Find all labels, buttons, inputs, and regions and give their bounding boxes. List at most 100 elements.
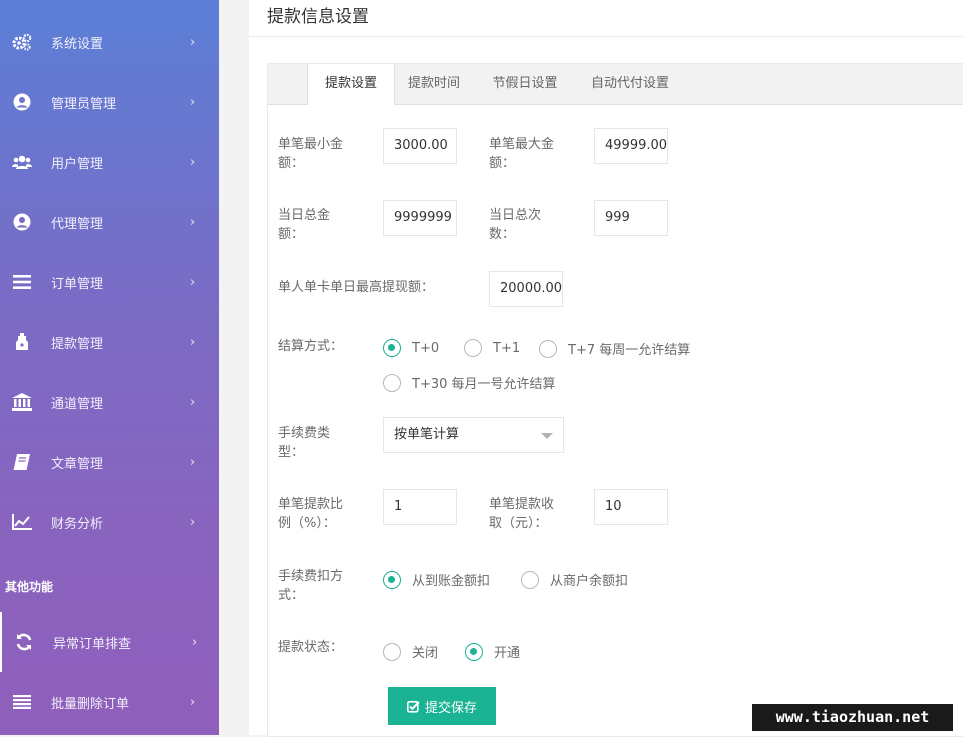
chevron-right-icon: › (190, 694, 196, 710)
chevron-down-icon (541, 433, 553, 439)
radio-circle (383, 373, 401, 392)
fee-ratio-label: 单笔提款比 例（%）： (278, 495, 343, 533)
label-line: 例（%）： (278, 516, 336, 531)
sidebar-item-agent-management[interactable]: 代理管理 › (0, 192, 219, 252)
daily-count-input[interactable]: 999 (594, 200, 668, 236)
bank-icon (12, 392, 32, 412)
radio-circle (464, 339, 482, 357)
refresh-icon (14, 632, 34, 652)
label-line: 额： (278, 227, 305, 242)
hand-icon (12, 332, 32, 352)
min-amount-input[interactable]: 3000.00 (383, 128, 457, 164)
chevron-right-icon: › (190, 154, 196, 170)
label-line: 式： (278, 588, 305, 603)
daily-total-label: 当日总金 额： (278, 206, 330, 244)
sidebar-item-label: 财务分析 (51, 516, 104, 532)
radio-circle (465, 642, 483, 661)
tab-withdraw-settings[interactable]: 提款设置 (307, 64, 395, 105)
sidebar-item-withdraw-management[interactable]: 提款管理 › (0, 312, 219, 372)
deduct-from-label: 手续费扣方 式： (278, 567, 343, 605)
sidebar-item-abnormal-orders[interactable]: 异常订单排查 › (0, 612, 221, 672)
sidebar-item-channel-management[interactable]: 通道管理 › (0, 372, 219, 432)
sidebar-section-title: 其他功能 (5, 580, 54, 594)
radio-label: 开通 (494, 646, 521, 661)
sidebar-item-label: 订单管理 (51, 276, 104, 292)
settlement-t1-radio[interactable]: T+1 (464, 339, 520, 357)
settlement-t30-radio[interactable]: T+30 每月一号允许结算 (383, 373, 556, 392)
radio-label: T+0 (412, 340, 440, 356)
tab-withdraw-time[interactable]: 提款时间 (393, 64, 475, 104)
user-circle-icon (12, 92, 32, 112)
sidebar-item-label: 系统设置 (51, 36, 104, 52)
sidebar-item-label: 提款管理 (51, 336, 104, 352)
sidebar-item-label: 批量删除订单 (51, 696, 130, 712)
deduct-from-balance-radio[interactable]: 从商户余额扣 (521, 570, 628, 589)
label-line: 当日总金 (278, 208, 331, 223)
radio-circle (383, 570, 401, 589)
chevron-right-icon: › (190, 394, 196, 410)
sidebar-item-label: 代理管理 (51, 216, 104, 232)
label-line: 单笔提款收 (489, 497, 555, 512)
single-card-max-label: 单人单卡单日最高提现额： (278, 280, 435, 295)
deduct-from-arrival-radio[interactable]: 从到账金额扣 (383, 570, 490, 589)
label-line: 单笔提款比 (278, 497, 344, 512)
sidebar-item-label: 文章管理 (51, 456, 104, 472)
chevron-right-icon: › (190, 94, 196, 110)
sidebar-item-article-management[interactable]: 文章管理 › (0, 432, 219, 492)
sidebar-item-label: 管理员管理 (51, 96, 117, 112)
book-icon (12, 452, 32, 472)
radio-label: T+1 (493, 340, 521, 356)
fee-type-label: 手续费类 型： (278, 424, 330, 462)
status-open-radio[interactable]: 开通 (465, 642, 520, 661)
label-line: 额： (489, 156, 516, 171)
sidebar-item-admin-management[interactable]: 管理员管理 › (0, 72, 219, 132)
radio-circle (383, 642, 401, 661)
settlement-t7-radio[interactable]: T+7 每周一允许结算 (539, 339, 690, 358)
radio-label: 关闭 (412, 646, 439, 661)
radio-label: T+7 每周一允许结算 (568, 343, 691, 358)
chevron-right-icon: › (190, 274, 196, 290)
min-amount-label: 单笔最小金 额： (278, 135, 343, 173)
chevron-right-icon: › (190, 334, 196, 350)
status-closed-radio[interactable]: 关闭 (383, 642, 438, 661)
sidebar-item-batch-delete-orders[interactable]: 批量删除订单 › (0, 672, 219, 732)
label-line: 取（元）： (489, 516, 548, 531)
chevron-right-icon: › (190, 454, 196, 470)
watermark: www.tiaozhuan.net (752, 704, 953, 731)
submit-save-button[interactable]: 提交保存 (388, 687, 496, 725)
line-chart-icon (12, 512, 32, 532)
label-line: 手续费扣方 (278, 569, 344, 584)
daily-total-input[interactable]: 9999999 (383, 200, 457, 236)
max-amount-label: 单笔最大金 额： (489, 135, 554, 173)
label-line: 当日总次 (489, 208, 542, 223)
list-icon (12, 692, 32, 712)
sidebar-item-finance-analysis[interactable]: 财务分析 › (0, 492, 219, 552)
radio-circle (383, 339, 401, 357)
page-header: 提款信息设置 (249, 0, 963, 37)
label-line: 手续费类 (278, 426, 331, 441)
label-line: 型： (278, 445, 305, 460)
select-value: 按单笔计算 (394, 427, 460, 442)
max-amount-input[interactable]: 49999.00 (594, 128, 668, 164)
fee-type-select[interactable]: 按单笔计算 (383, 417, 564, 453)
label-line: 单笔最大金 (489, 137, 555, 152)
radio-circle (539, 339, 557, 358)
radio-label: 从到账金额扣 (412, 574, 491, 589)
content-gutter (219, 0, 249, 735)
settings-panel: 提款设置 提款时间 节假日设置 自动代付设置 单笔最小金 额： 3000.00 … (267, 63, 963, 737)
user-circle-icon (12, 212, 32, 232)
sidebar-item-system-settings[interactable]: 系统设置 › (0, 12, 219, 72)
radio-label: T+30 每月一号允许结算 (412, 377, 556, 392)
tab-holiday-settings[interactable]: 节假日设置 (476, 64, 574, 104)
single-card-max-input[interactable]: 20000.00 (489, 271, 563, 307)
sidebar-item-user-management[interactable]: 用户管理 › (0, 132, 219, 192)
tab-auto-payout-settings[interactable]: 自动代付设置 (574, 64, 686, 104)
list-icon (12, 272, 32, 292)
fee-fixed-input[interactable]: 10 (594, 489, 668, 525)
main-content: 提款信息设置 提款设置 提款时间 节假日设置 自动代付设置 单笔最小金 额： 3… (249, 0, 963, 737)
sidebar-item-order-management[interactable]: 订单管理 › (0, 252, 219, 312)
tab-bar: 提款设置 提款时间 节假日设置 自动代付设置 (268, 64, 963, 105)
settlement-t0-radio[interactable]: T+0 (383, 339, 439, 357)
sidebar-item-label: 通道管理 (51, 396, 104, 412)
fee-ratio-input[interactable]: 1 (383, 489, 457, 525)
